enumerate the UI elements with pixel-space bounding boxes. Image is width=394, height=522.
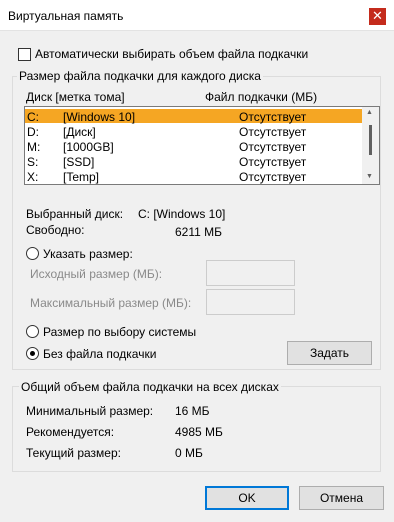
auto-manage-checkbox[interactable] [18,48,31,61]
drive-label: [Windows 10] [63,110,136,124]
ok-button[interactable]: OK [205,486,289,510]
drive-label: [SSD] [63,155,95,169]
free-space-value: 6211 МБ [175,225,223,239]
scroll-thumb[interactable] [369,125,372,155]
recommended-value: 4985 МБ [175,425,223,439]
drive-letter: X: [27,170,39,184]
selected-drive-label: Выбранный диск: [26,207,124,221]
set-button[interactable]: Задать [287,341,372,365]
scroll-up-icon[interactable]: ▲ [366,109,373,116]
drive-list-scrollbar[interactable]: ▲ ▼ [362,107,379,184]
drive-paging: Отсутствует [239,110,307,124]
free-space-label: Свободно: [26,223,85,237]
drive-letter: C: [27,110,39,124]
drive-row-m[interactable]: M: [1000GB] Отсутствует [25,139,362,154]
no-paging-radio[interactable] [26,347,39,360]
initial-size-label: Исходный размер (МБ): [30,267,163,281]
scroll-down-icon[interactable]: ▼ [366,173,373,180]
cancel-button[interactable]: Отмена [299,486,384,510]
window-title: Виртуальная память [8,9,124,23]
per-drive-group-title: Размер файла подкачки для каждого диска [17,69,263,83]
recommended-label: Рекомендуется: [26,425,115,439]
max-size-label: Максимальный размер (МБ): [30,296,192,310]
initial-size-input[interactable] [206,260,295,286]
selected-drive-value: C: [Windows 10] [138,207,226,221]
system-managed-label[interactable]: Размер по выбору системы [43,325,196,339]
drive-label: [Диск] [63,125,96,139]
drive-row-s[interactable]: S: [SSD] Отсутствует [25,154,362,169]
column-header-drive: Диск [метка тома] [26,90,125,104]
drive-paging: Отсутствует [239,140,307,154]
close-button[interactable]: ✕ [369,8,386,25]
current-size-label: Текущий размер: [26,446,121,460]
drive-letter: D: [27,125,39,139]
auto-manage-label[interactable]: Автоматически выбирать объем файла подка… [35,47,308,61]
max-size-input[interactable] [206,289,295,315]
custom-size-label[interactable]: Указать размер: [43,247,133,261]
drive-list[interactable]: C: [Windows 10] Отсутствует D: [Диск] От… [24,106,380,185]
drive-label: [1000GB] [63,140,114,154]
no-paging-label[interactable]: Без файла подкачки [43,347,156,361]
drive-row-d[interactable]: D: [Диск] Отсутствует [25,124,362,139]
drive-paging: Отсутствует [239,125,307,139]
drive-row-c[interactable]: C: [Windows 10] Отсутствует [25,109,362,124]
system-managed-radio[interactable] [26,325,39,338]
column-header-paging: Файл подкачки (МБ) [205,90,318,104]
title-bar: Виртуальная память ✕ [0,0,394,31]
min-size-value: 16 МБ [175,404,210,418]
close-icon: ✕ [372,8,383,23]
drive-label: [Temp] [63,170,100,184]
drive-paging: Отсутствует [239,170,307,184]
min-size-label: Минимальный размер: [26,404,154,418]
drive-paging: Отсутствует [239,155,307,169]
totals-group-title: Общий объем файла подкачки на всех диска… [19,380,281,394]
custom-size-radio[interactable] [26,247,39,260]
current-size-value: 0 МБ [175,446,203,460]
drive-row-x[interactable]: X: [Temp] Отсутствует [25,169,362,184]
drive-letter: M: [27,140,41,154]
drive-letter: S: [27,155,39,169]
